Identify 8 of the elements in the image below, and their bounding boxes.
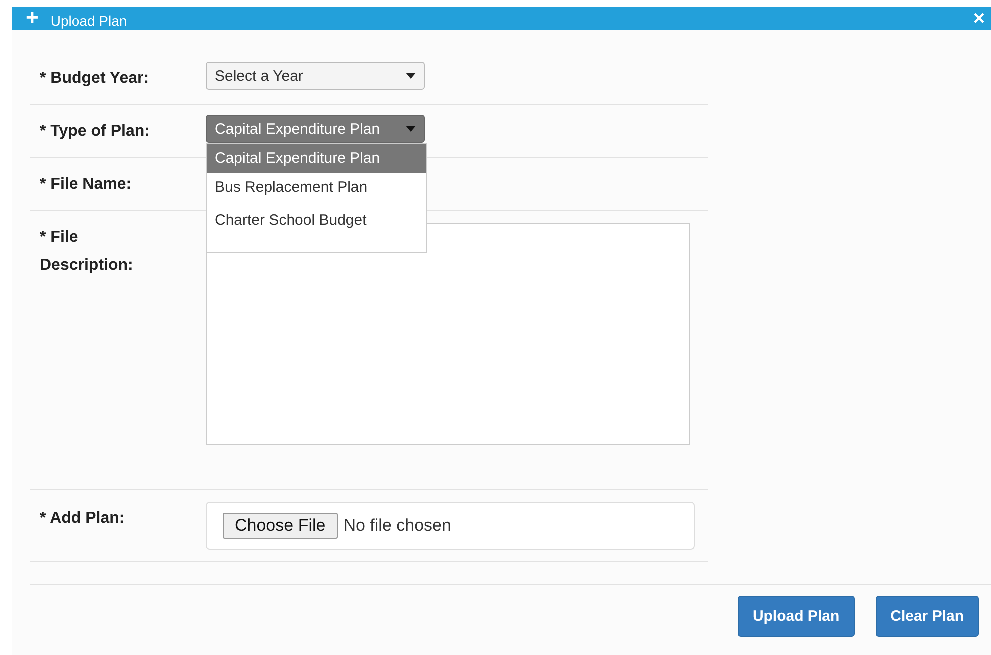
field-label: * File Name: bbox=[40, 175, 133, 195]
file-status: No file chosen bbox=[344, 516, 452, 536]
field-label: * Add Plan: bbox=[40, 509, 126, 529]
field-label: * Budget Year: bbox=[40, 69, 150, 89]
add-icon: + bbox=[26, 7, 39, 29]
dialog-title: Upload Plan bbox=[50, 14, 128, 29]
field-label: * File Description: bbox=[40, 228, 134, 276]
field-label: * Type of Plan: bbox=[40, 122, 151, 142]
